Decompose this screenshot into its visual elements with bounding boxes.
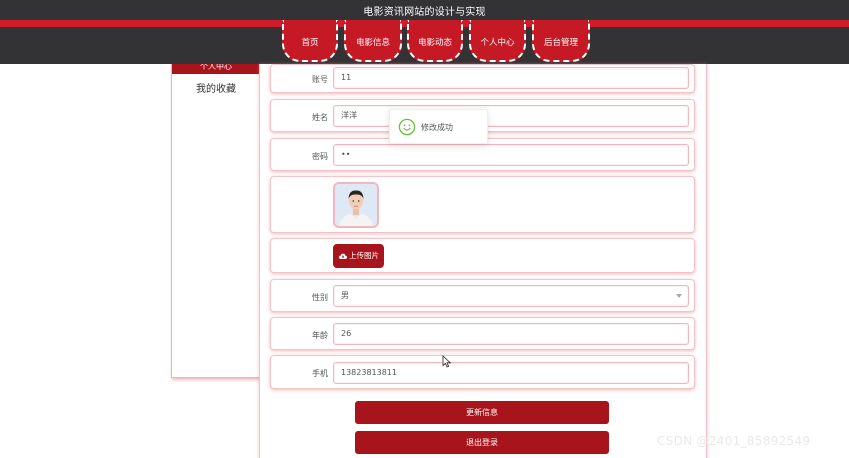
nav-home[interactable]: 首页 bbox=[282, 20, 338, 62]
age-label: 年龄 bbox=[312, 331, 328, 340]
upload-row: 上传图片 bbox=[270, 238, 695, 273]
avatar bbox=[333, 182, 379, 228]
sidebar-item-personal-center[interactable]: 个人中心 bbox=[172, 64, 260, 74]
nav-personal-center[interactable]: 个人中心 bbox=[469, 20, 526, 62]
account-row: 账号 11 bbox=[270, 64, 695, 93]
nav-movie-info[interactable]: 电影信息 bbox=[344, 20, 402, 62]
sidebar: 个人中心 我的收藏 bbox=[171, 64, 260, 378]
smile-icon bbox=[398, 118, 416, 136]
password-label: 密码 bbox=[312, 152, 328, 161]
site-title: 电影资讯网站的设计与实现 bbox=[363, 7, 486, 18]
gender-label: 性别 bbox=[312, 293, 328, 302]
upload-image-label: 上传图片 bbox=[349, 251, 379, 260]
upload-image-button[interactable]: 上传图片 bbox=[333, 244, 384, 268]
toast-message: 修改成功 bbox=[421, 123, 453, 132]
success-toast: 修改成功 bbox=[389, 109, 488, 144]
sidebar-item-my-favorites[interactable]: 我的收藏 bbox=[172, 80, 260, 95]
watermark: CSDN @2401_85892549 bbox=[657, 434, 811, 448]
mouse-cursor-icon bbox=[442, 355, 452, 368]
gender-select-value: 男 bbox=[341, 291, 349, 300]
avatar-image bbox=[335, 184, 377, 226]
account-label: 账号 bbox=[312, 75, 328, 84]
account-field[interactable]: 11 bbox=[333, 67, 689, 89]
update-info-button[interactable]: 更新信息 bbox=[355, 401, 609, 424]
phone-row: 手机 13823813811 bbox=[270, 355, 695, 389]
phone-label: 手机 bbox=[312, 369, 328, 378]
gender-row: 性别 男 bbox=[270, 279, 695, 312]
gender-select[interactable]: 男 bbox=[333, 285, 689, 307]
nav-movie-news[interactable]: 电影动态 bbox=[407, 20, 463, 62]
cloud-upload-icon bbox=[339, 253, 347, 259]
chevron-down-icon bbox=[676, 294, 682, 298]
name-label: 姓名 bbox=[312, 113, 328, 122]
password-field[interactable]: •• bbox=[333, 144, 689, 166]
age-field[interactable]: 26 bbox=[333, 323, 689, 345]
phone-field[interactable]: 13823813811 bbox=[333, 362, 689, 384]
logout-button[interactable]: 退出登录 bbox=[355, 431, 609, 454]
avatar-row bbox=[270, 176, 695, 233]
name-field[interactable]: 洋洋 bbox=[333, 105, 689, 127]
nav-admin[interactable]: 后台管理 bbox=[532, 20, 590, 62]
age-row: 年龄 26 bbox=[270, 317, 695, 350]
